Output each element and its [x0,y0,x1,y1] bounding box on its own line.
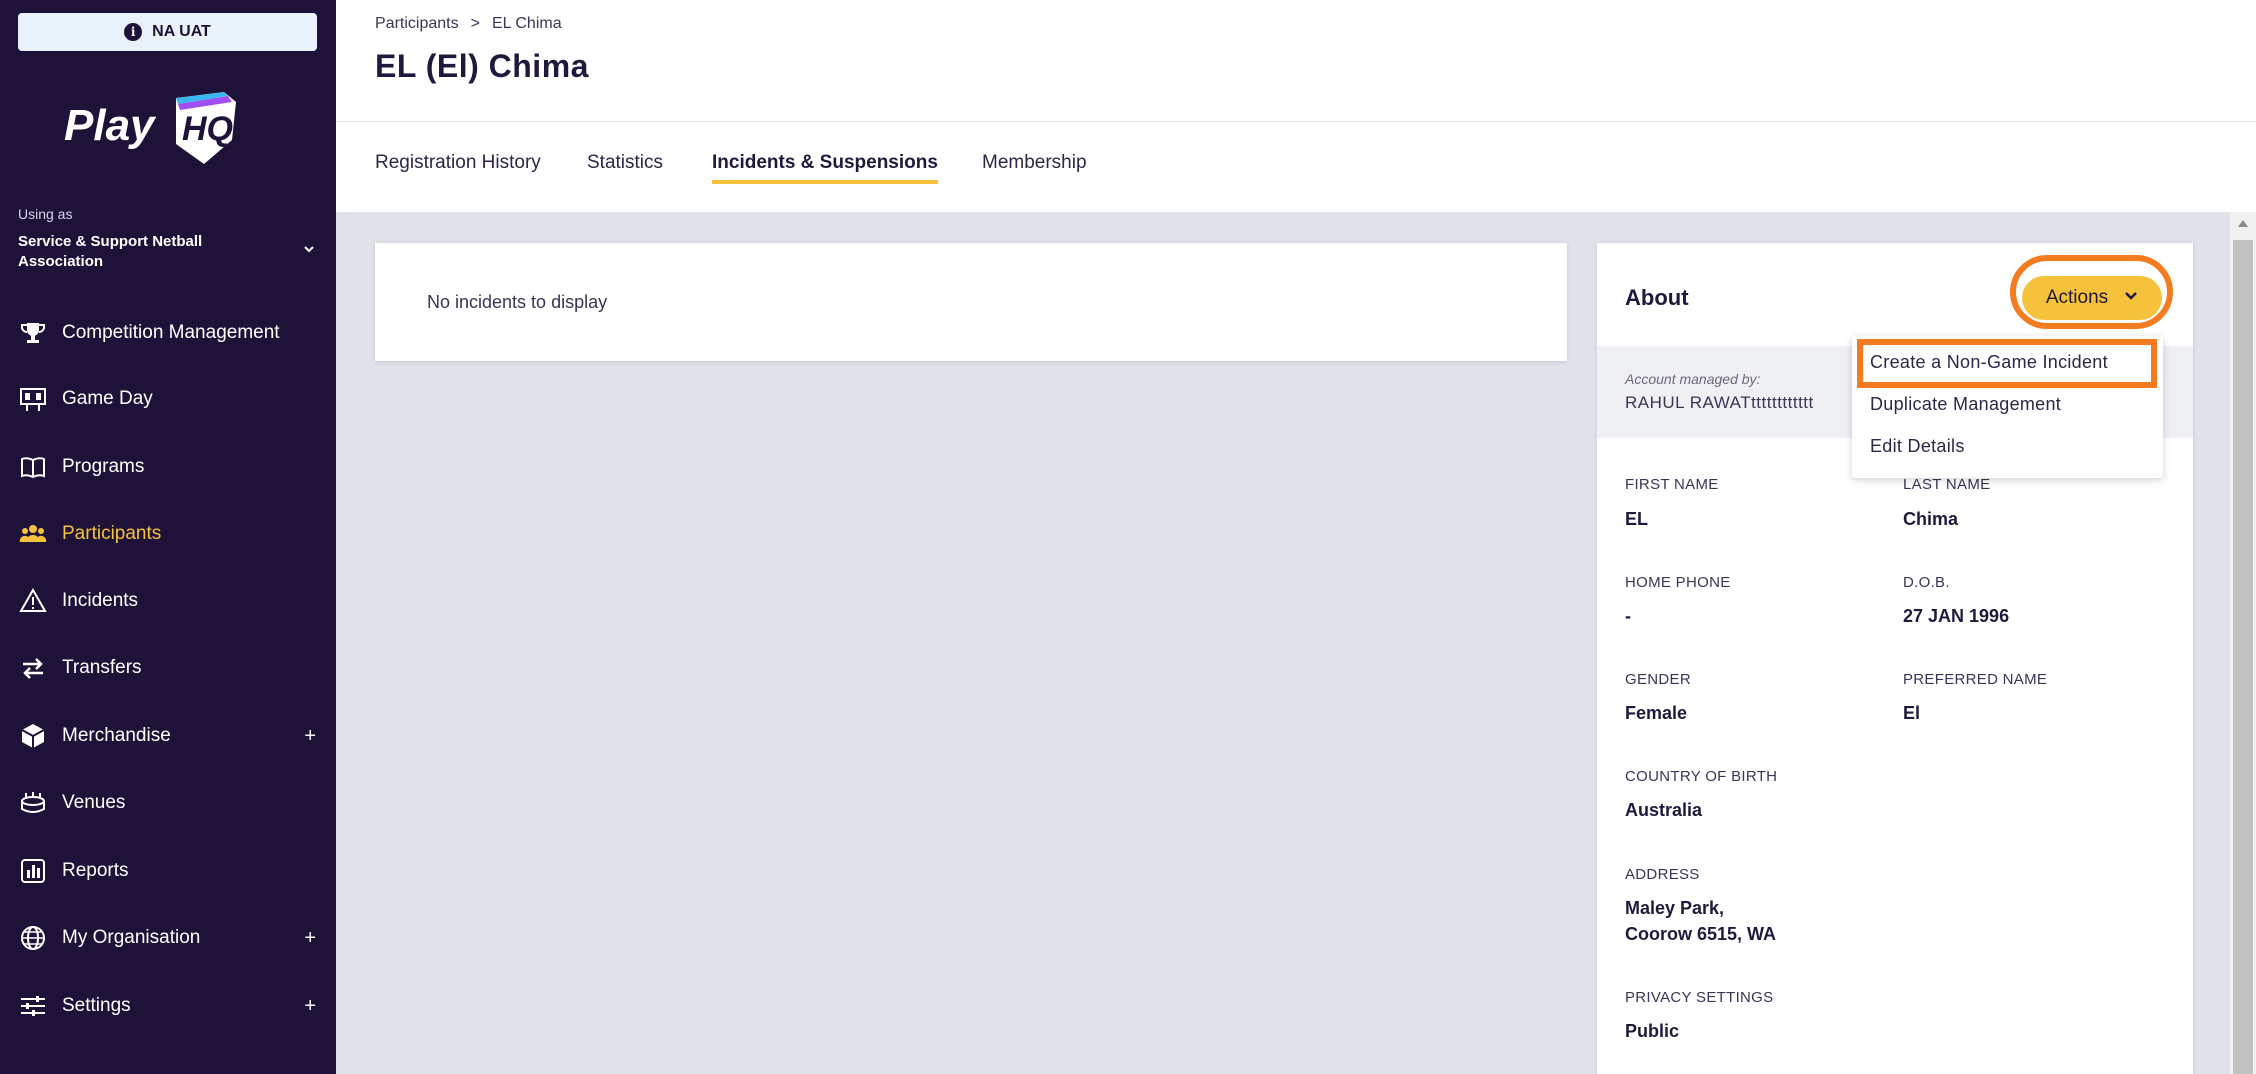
nav-label: Venues [62,792,126,813]
page-title: EL (El) Chima [375,48,589,84]
tab-bar: Registration History Statistics Incident… [336,122,2256,212]
svg-text:Play: Play [64,101,157,150]
reports-icon [18,856,48,886]
tab-statistics[interactable]: Statistics [587,152,663,180]
vertical-scrollbar[interactable] [2230,212,2256,1074]
home-phone-label: HOME PHONE [1625,574,1731,591]
chevron-down-icon[interactable] [302,242,316,256]
privacy-settings-label: PRIVACY SETTINGS [1625,989,1774,1006]
book-icon [18,452,48,482]
nav-programs[interactable]: Programs [0,437,336,497]
nav-label: Game Day [62,388,153,409]
nav-label: Participants [62,523,162,544]
incidents-empty-state: No incidents to display [375,243,1567,361]
trophy-icon [18,318,48,348]
chevron-down-icon [2124,287,2138,309]
organisation-name[interactable]: Service & Support Netball Association [18,232,268,272]
nav-label: Settings [62,995,131,1016]
nav-incidents[interactable]: Incidents [0,571,336,631]
scroll-up-arrow-icon[interactable] [2238,220,2248,227]
breadcrumb: Participants > EL Chima [375,15,562,33]
menu-create-non-game-incident[interactable]: Create a Non-Game Incident [1870,352,2108,373]
people-icon [18,519,48,549]
nav-settings[interactable]: Settings + [0,976,336,1036]
first-name-label: FIRST NAME [1625,476,1719,493]
preferred-name-value: El [1903,703,1921,723]
sidebar: i NA UAT Play HQ Using as Service & Supp… [0,0,336,1074]
address-line2: Coorow 6515, WA [1625,924,1777,944]
dob-value: 27 JAN 1996 [1903,606,2010,626]
expand-icon[interactable]: + [304,725,316,748]
svg-text:HQ: HQ [182,110,233,148]
last-name-value: Chima [1903,509,1959,529]
first-name-value: EL [1625,509,1649,529]
nav-label: Competition Management [62,322,280,343]
environment-label: NA UAT [152,23,211,40]
transfer-icon [18,653,48,683]
breadcrumb-separator: > [470,15,480,32]
nav-label: Transfers [62,657,142,678]
scroll-thumb[interactable] [2233,240,2253,1074]
sliders-icon [18,991,48,1021]
nav-label: My Organisation [62,927,201,948]
warning-icon [18,586,48,616]
nav-merchandise[interactable]: Merchandise + [0,706,336,766]
tab-membership[interactable]: Membership [982,152,1087,180]
actions-dropdown-menu: Create a Non-Game Incident Duplicate Man… [1852,336,2163,478]
breadcrumb-participants[interactable]: Participants [375,15,459,33]
nav-participants[interactable]: Participants [0,504,336,564]
nav-label: Merchandise [62,725,171,746]
menu-edit-details[interactable]: Edit Details [1870,436,1965,457]
globe-icon [18,923,48,953]
stadium-icon [18,788,48,818]
menu-duplicate-management[interactable]: Duplicate Management [1870,394,2061,415]
actions-label: Actions [2045,287,2109,308]
environment-badge: i NA UAT [18,13,317,51]
nav-competition-management[interactable]: Competition Management [0,303,336,363]
breadcrumb-current: EL Chima [491,15,562,32]
nav-transfers[interactable]: Transfers [0,638,336,698]
home-phone-value: - [1625,606,1631,626]
last-name-label: LAST NAME [1903,476,1991,493]
managed-by-label: Account managed by: [1625,371,1761,387]
country-of-birth-value: Australia [1625,800,1703,820]
nav-game-day[interactable]: Game Day [0,369,336,429]
tab-registration-history[interactable]: Registration History [375,152,541,180]
scoreboard-icon [18,384,48,414]
address-line1: Maley Park, [1625,898,1725,918]
playhq-logo[interactable]: Play HQ [64,88,244,170]
empty-message: No incidents to display [427,291,608,312]
nav-reports[interactable]: Reports [0,841,336,901]
dob-label: D.O.B. [1903,574,1950,591]
expand-icon[interactable]: + [304,927,316,950]
using-as-label: Using as [18,206,73,222]
tab-incidents-suspensions[interactable]: Incidents & Suspensions [712,152,938,184]
country-of-birth-label: COUNTRY OF BIRTH [1625,768,1778,785]
expand-icon[interactable]: + [304,995,316,1018]
gender-label: GENDER [1625,671,1691,688]
page-header: Participants > EL Chima EL (El) Chima [336,0,2256,122]
about-title: About [1625,285,1689,310]
nav-venues[interactable]: Venues [0,773,336,833]
preferred-name-label: PREFERRED NAME [1903,671,2048,688]
gender-value: Female [1625,703,1688,723]
nav-label: Reports [62,860,129,881]
managed-by-value: RAHUL RAWATtttttttttttt [1625,393,1814,412]
privacy-settings-value: Public [1625,1021,1680,1041]
address-label: ADDRESS [1625,866,1700,883]
info-icon: i [124,23,143,41]
box-icon [18,721,48,751]
nav-my-organisation[interactable]: My Organisation + [0,908,336,968]
actions-button[interactable]: Actions [2022,276,2162,320]
nav-label: Programs [62,456,145,477]
nav-label: Incidents [62,590,139,611]
